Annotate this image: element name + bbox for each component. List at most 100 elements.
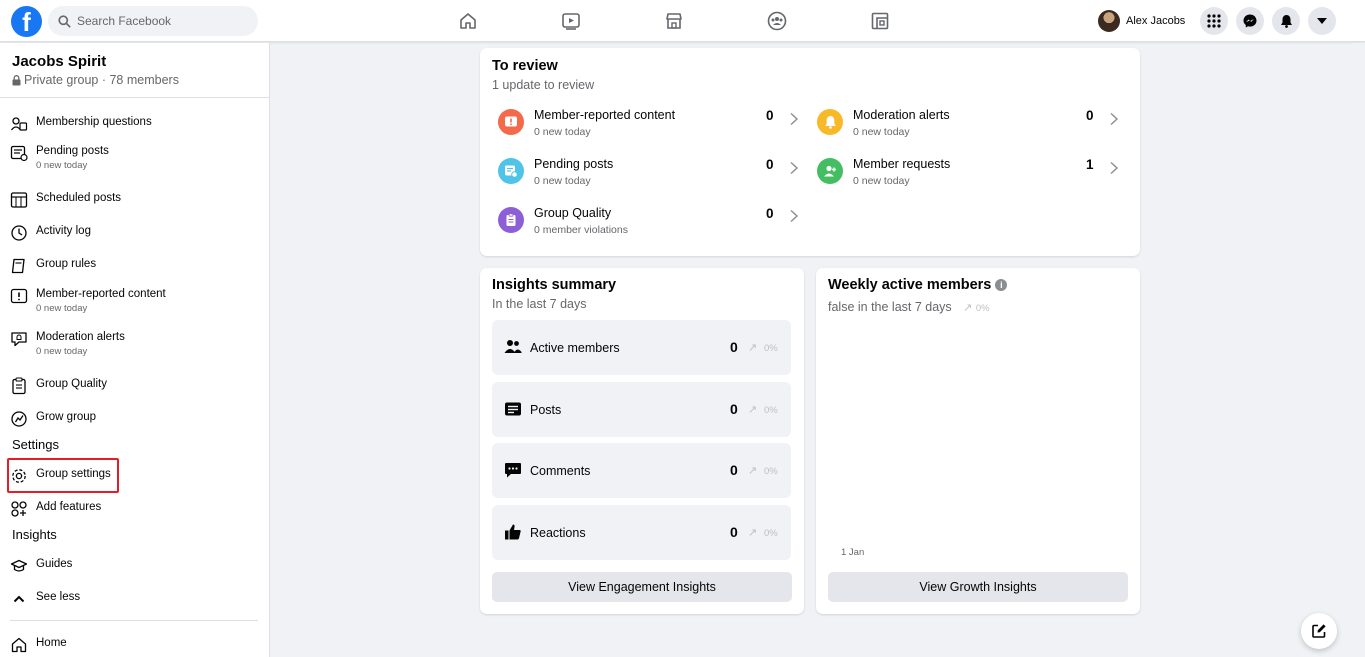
sidebar-item-label: Grow group [36,411,97,423]
facebook-logo-icon[interactable]: f [11,6,42,37]
notifications-button[interactable] [1272,7,1300,35]
review-item-count: 0 [766,108,774,123]
sidebar-item-label: Member-reported content [36,288,166,300]
weekly-active-members-card: Weekly active members i false in the last… [816,268,1140,614]
sidebar-item-home[interactable]: Home [10,636,67,654]
group-members[interactable]: 78 members [109,73,178,87]
info-icon[interactable]: i [995,279,1008,292]
chevron-right-icon[interactable] [789,161,799,175]
sidebar-item-moderation-alerts[interactable]: Moderation alerts 0 new today [10,330,125,358]
clipboard-icon [498,207,524,233]
scheduled-posts-icon [10,192,28,208]
insight-label: Comments [530,464,591,478]
sidebar-item-sub: 0 new today [36,303,88,314]
sidebar-item-activity-log[interactable]: Activity log [10,224,91,242]
insight-value: 0 [730,339,738,355]
account-button[interactable] [1308,7,1336,35]
add-member-icon [817,158,843,184]
review-item-member-reported[interactable]: Member-reported content 0 new today [498,108,675,138]
marketplace-icon[interactable] [664,11,684,31]
grid-menu-icon [1207,14,1221,28]
insights-summary-subtitle: In the last 7 days [492,297,587,311]
view-engagement-insights-button[interactable]: View Engagement Insights [492,572,792,602]
sidebar-item-grow-group[interactable]: Grow group [10,410,96,428]
insight-row-reactions: Reactions 0 ↗ 0% [492,505,791,560]
trend-arrow-icon: ↗ [748,342,758,354]
rules-icon [11,258,25,274]
review-item-sub: 0 new today [534,126,591,138]
sidebar-item-add-features[interactable]: Add features [10,500,101,518]
review-item-pending-posts[interactable]: Pending posts 0 new today [498,157,613,187]
weekly-active-title-row: Weekly active members i [828,277,1008,293]
sidebar-item-label: Home [36,637,67,649]
chevron-right-icon[interactable] [1109,161,1119,175]
sidebar-item-scheduled-posts[interactable]: Scheduled posts [10,191,121,209]
insight-row-posts: Posts 0 ↗ 0% [492,382,791,437]
review-item-sub: 0 new today [853,175,910,187]
avatar [1098,10,1120,32]
messenger-icon [1243,14,1257,28]
sidebar-item-pending-posts[interactable]: Pending posts 0 new today [10,144,109,172]
pending-posts-icon [10,145,28,162]
alert-icon [11,332,27,347]
sidebar-item-label: See less [36,591,81,603]
insight-percent: 0% [764,405,778,416]
group-name[interactable]: Jacobs Spirit [12,53,106,70]
sidebar-item-group-quality[interactable]: Group Quality [10,377,107,395]
insights-summary-card: Insights summary In the last 7 days Acti… [480,268,804,614]
insight-label: Posts [530,403,562,417]
report-icon [10,288,28,304]
see-less-button[interactable]: See less [10,590,80,608]
insights-summary-title: Insights summary [492,277,617,293]
insight-label: Active members [530,341,620,355]
thumbs-up-icon [505,524,521,540]
home-icon[interactable] [458,11,478,31]
sidebar-divider [0,97,270,98]
search-box[interactable] [48,6,258,36]
review-item-member-requests[interactable]: Member requests 0 new today [817,157,950,187]
compose-icon [1312,624,1326,638]
search-input[interactable] [77,14,247,28]
sidebar-item-group-rules[interactable]: Group rules [10,257,96,275]
features-icon [11,501,27,517]
bell-icon [1280,15,1292,28]
weekly-active-subtitle: false in the last 7 days [828,300,952,314]
trend-arrow-icon: ↗ [963,302,973,314]
pending-posts-icon [498,158,524,184]
menu-button[interactable] [1200,7,1228,35]
profile-name: Alex Jacobs [1126,15,1186,27]
sidebar-item-label: Add features [36,501,102,513]
review-item-count: 1 [1086,157,1094,172]
sidebar-item-membership-questions[interactable]: Membership questions [10,115,152,133]
review-item-moderation-alerts[interactable]: Moderation alerts 0 new today [817,108,950,138]
sidebar-item-label: Pending posts [36,145,109,157]
review-item-label: Member-reported content [534,108,676,122]
chevron-right-icon[interactable] [789,209,799,223]
review-item-sub: 0 new today [853,126,910,138]
settings-heading: Settings [12,437,59,452]
review-item-sub: 0 member violations [534,224,628,236]
chevron-right-icon[interactable] [1109,112,1119,126]
scrollbar[interactable] [1352,43,1365,657]
people-icon [504,340,522,353]
groups-icon[interactable] [767,11,787,31]
gaming-icon[interactable] [870,11,890,31]
sidebar-item-sub: 0 new today [36,160,88,171]
caret-down-icon [1317,18,1327,24]
view-growth-insights-button[interactable]: View Growth Insights [828,572,1128,602]
review-item-count: 0 [766,206,774,221]
profile-link[interactable]: Alex Jacobs [1098,10,1185,32]
review-item-group-quality[interactable]: Group Quality 0 member violations [498,206,628,236]
new-message-button[interactable] [1301,613,1337,649]
to-review-subtitle: 1 update to review [492,78,595,92]
messenger-button[interactable] [1236,7,1264,35]
trend-arrow-icon: ↗ [748,404,758,416]
insight-value: 0 [730,401,738,417]
insight-percent: 0% [764,466,778,477]
sidebar-item-member-reported-content[interactable]: Member-reported content 0 new today [10,287,166,315]
chevron-right-icon[interactable] [789,112,799,126]
posts-icon [505,402,521,416]
sidebar-item-guides[interactable]: Guides [10,557,72,575]
weekly-active-title: Weekly active members [828,277,992,293]
watch-icon[interactable] [561,11,581,31]
